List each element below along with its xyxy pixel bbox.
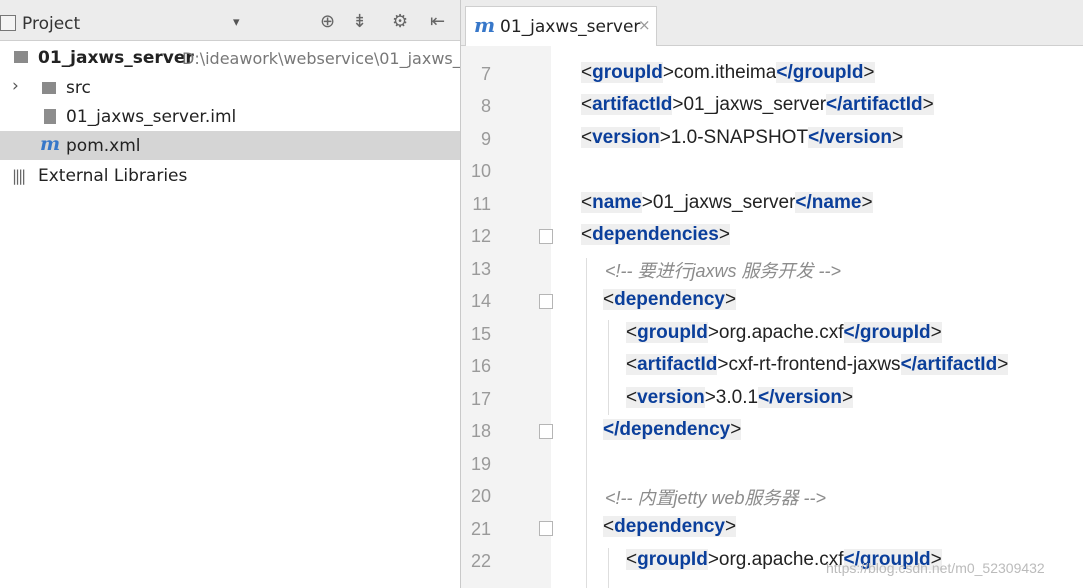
code-line: <groupId>com.itheima</groupId> [581,62,875,83]
tree-item-label: 01_jaxws_server.iml [66,107,237,127]
code-line: <groupId>org.apache.cxf</groupId> [626,322,942,343]
maven-icon: m [474,13,496,37]
code-line: <artifactId>01_jaxws_server</artifactId> [581,94,934,115]
line-number: 8 [480,96,491,116]
gear-icon[interactable]: ⚙ [392,11,408,32]
code-line: <version>3.0.1</version> [626,387,854,408]
line-number: 13 [470,259,491,279]
line-number: 16 [470,356,491,376]
line-number: 18 [470,421,491,441]
line-number: 19 [470,454,491,474]
indent-guide [608,548,609,588]
code-comment: <!-- 内置jetty web服务器 --> [605,488,827,508]
collapse-icon[interactable]: ⇟ [352,11,367,32]
indent-guide [586,258,587,588]
editor-tab-bar: m 01_jaxws_server × [461,0,1083,46]
code-line: <name>01_jaxws_server</name> [581,192,873,213]
libraries-icon: |||| [12,167,26,185]
maven-icon: m [40,133,61,155]
hide-panel-icon[interactable]: ⇤ [430,11,445,32]
fold-marker[interactable] [539,294,553,309]
indent-guide [608,320,609,415]
iml-file-icon [44,109,56,124]
folder-icon [42,82,56,94]
code-line: <dependency> [603,516,737,537]
root-path: D:\ideawork\webservice\01_jaxws_ [182,49,461,68]
line-number: 7 [480,64,491,84]
tree-item-iml[interactable]: 01_jaxws_server.iml [0,102,460,131]
fold-marker[interactable] [539,424,553,439]
locate-icon[interactable]: ⊕ [320,11,335,32]
code-comment: <!-- 要进行jaxws 服务开发 --> [605,261,842,281]
tree-item-pom[interactable]: m pom.xml [0,131,460,160]
fold-marker[interactable] [539,229,553,244]
tree-item-label: pom.xml [66,136,141,156]
line-number: 11 [472,194,491,214]
code-line: <version>1.0-SNAPSHOT</version> [581,127,904,148]
project-panel: Project ▾ ⊕ ⇟ ⚙ ⇤ 01_jaxws_server D:\ide… [0,0,461,588]
tree-item-label: External Libraries [38,166,188,186]
fold-marker[interactable] [539,521,553,536]
close-icon[interactable]: × [638,16,651,34]
root-name: 01_jaxws_server [38,48,194,68]
line-number: 9 [480,129,491,149]
line-number: 10 [470,161,491,181]
module-folder-icon [14,51,28,63]
tree-root-row[interactable]: 01_jaxws_server D:\ideawork\webservice\0… [0,43,460,72]
line-number: 14 [470,291,491,311]
tree-item-src[interactable]: › src [0,73,460,102]
line-number: 15 [470,324,491,344]
project-view-icon [0,15,16,31]
tab-pom[interactable]: m 01_jaxws_server × [465,6,657,46]
tree-item-external-libraries[interactable]: |||| External Libraries [0,161,460,190]
tree-item-label: src [66,78,91,98]
code-line: <dependency> [603,289,737,310]
line-number: 21 [470,519,491,539]
chevron-right-icon[interactable]: › [12,76,19,96]
project-toolbar: Project ▾ ⊕ ⇟ ⚙ ⇤ [0,0,460,41]
tab-label: 01_jaxws_server [500,17,641,37]
code-line: <dependencies> [581,224,730,245]
line-number: 22 [470,551,491,571]
project-title[interactable]: Project [22,14,80,34]
code-line: </dependency> [603,419,742,440]
line-number: 20 [470,486,491,506]
chevron-down-icon[interactable]: ▾ [233,15,240,30]
line-number: 17 [470,389,491,409]
watermark: https://blog.csdn.net/m0_52309432 [826,560,1045,576]
line-number: 12 [470,226,491,246]
code-line: <artifactId>cxf-rt-frontend-jaxws</artif… [626,354,1009,375]
